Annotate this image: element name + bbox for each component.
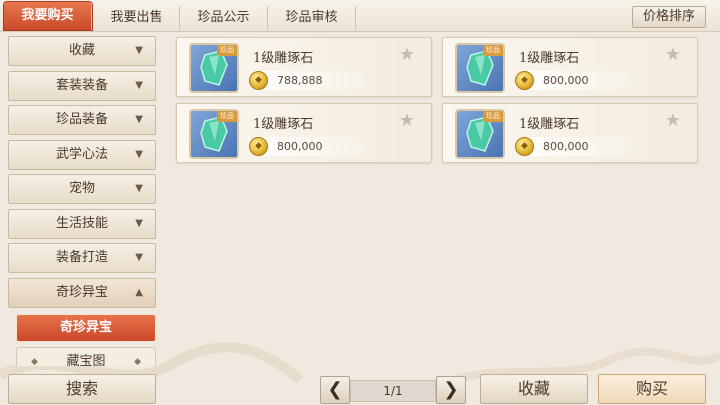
search-button[interactable]: 搜索 <box>8 374 156 404</box>
buy-button[interactable]: 购买 <box>598 374 706 404</box>
item-name: 1级雕琢石 <box>253 117 314 132</box>
price-bar: ◆ 800,000 <box>249 137 365 156</box>
category-favorites[interactable]: 收藏 ▼ <box>8 36 156 66</box>
tab-treasure-notice[interactable]: 珍品公示 <box>180 6 268 30</box>
triangle-down-icon: ▼ <box>135 217 143 229</box>
category-label: 武学心法 <box>55 146 108 162</box>
triangle-down-icon: ▼ <box>135 114 143 125</box>
top-tab-bar: 我要购买 我要出售 珍品公示 珍品审核 价格排序 <box>0 0 720 32</box>
triangle-down-icon: ▼ <box>135 45 143 56</box>
category-set-equipment[interactable]: 套装装备 ▼ <box>8 70 156 101</box>
gold-coin-icon: ◆ <box>515 137 534 156</box>
category-label: 套装装备 <box>55 77 108 93</box>
item-name: 1级雕琢石 <box>519 117 580 132</box>
item-icon: 珍品 <box>455 43 505 93</box>
gold-coin-icon: ◆ <box>249 137 268 156</box>
gold-coin-icon: ◆ <box>249 71 268 90</box>
star-icon[interactable]: ★ <box>665 44 681 65</box>
category-rare-equipment[interactable]: 珍品装备 ▼ <box>8 105 156 135</box>
category-sidebar: 收藏 ▼ 套装装备 ▼ 珍品装备 ▼ 武学心法 ▼ 宠物 ▼ 生活技能 ▼ 装备打造 ▼ 奇珍… <box>8 36 156 366</box>
category-label: 装备打造 <box>55 250 108 265</box>
item-price: 800,000 <box>543 140 589 153</box>
price-bar: ◆ 800,000 <box>515 71 631 90</box>
gold-coin-icon: ◆ <box>515 71 534 90</box>
subcategory-rare-treasures[interactable]: 奇珍异宝 <box>16 313 156 342</box>
category-equipment-crafting[interactable]: 装备打造 ▼ <box>8 243 156 273</box>
category-label: 宠物 <box>68 181 95 196</box>
item-name: 1级雕琢石 <box>253 51 314 66</box>
star-icon[interactable]: ★ <box>399 110 415 131</box>
category-life-skills[interactable]: 生活技能 ▼ <box>8 208 156 239</box>
triangle-up-icon: ▲ <box>135 286 143 298</box>
triangle-down-icon: ▼ <box>135 148 143 160</box>
rare-tag: 珍品 <box>483 111 503 122</box>
page-indicator: 1/1 <box>350 380 436 402</box>
item-icon: 珍品 <box>455 109 505 159</box>
category-label: 生活技能 <box>55 215 108 231</box>
category-label: 奇珍异宝 <box>55 284 108 300</box>
rare-tag: 珍品 <box>217 111 237 122</box>
tab-treasure-review[interactable]: 珍品审核 <box>268 6 356 30</box>
prev-page-button[interactable]: ❮ <box>320 376 350 404</box>
subcategory-label: 藏宝图 <box>66 353 106 367</box>
next-page-button[interactable]: ❯ <box>436 376 466 404</box>
item-card[interactable]: 珍品 1级雕琢石 ◆ 800,000 ★ <box>442 103 698 163</box>
chevron-left-icon: ❮ <box>327 379 343 400</box>
item-price: 800,000 <box>277 140 323 153</box>
bullet-icon: ◆ <box>31 356 38 367</box>
category-rare-treasures[interactable]: 奇珍异宝 ▲ <box>8 277 156 308</box>
rare-tag: 珍品 <box>217 45 237 56</box>
price-bar: ◆ 788,888 <box>249 71 365 90</box>
item-name: 1级雕琢石 <box>519 51 580 66</box>
category-label: 珍品装备 <box>55 112 108 127</box>
item-card[interactable]: 珍品 1级雕琢石 ◆ 788,888 ★ <box>176 37 432 97</box>
star-icon[interactable]: ★ <box>665 110 681 131</box>
star-icon[interactable]: ★ <box>399 44 415 65</box>
triangle-down-icon: ▼ <box>135 183 143 194</box>
price-bar: ◆ 800,000 <box>515 137 631 156</box>
item-card[interactable]: 珍品 1级雕琢石 ◆ 800,000 ★ <box>442 37 698 97</box>
bullet-icon: ◆ <box>134 356 141 367</box>
category-pets[interactable]: 宠物 ▼ <box>8 174 156 204</box>
item-icon: 珍品 <box>189 43 239 93</box>
category-martial-arts[interactable]: 武学心法 ▼ <box>8 139 156 170</box>
category-label: 收藏 <box>68 43 95 58</box>
item-price: 800,000 <box>543 74 589 87</box>
chevron-right-icon: ❯ <box>443 379 459 400</box>
item-price: 788,888 <box>277 74 323 87</box>
favorite-button[interactable]: 收藏 <box>480 374 588 404</box>
price-sort-button[interactable]: 价格排序 <box>632 6 706 28</box>
tab-buy[interactable]: 我要购买 <box>4 2 92 30</box>
subcategory-label: 奇珍异宝 <box>59 319 112 335</box>
triangle-down-icon: ▼ <box>135 79 143 91</box>
triangle-down-icon: ▼ <box>135 252 143 263</box>
subcategory-treasure-map[interactable]: ◆ 藏宝图 ◆ <box>16 346 156 367</box>
item-card[interactable]: 珍品 1级雕琢石 ◆ 800,000 ★ <box>176 103 432 163</box>
rare-tag: 珍品 <box>483 45 503 56</box>
item-icon: 珍品 <box>189 109 239 159</box>
tab-sell[interactable]: 我要出售 <box>94 6 180 30</box>
